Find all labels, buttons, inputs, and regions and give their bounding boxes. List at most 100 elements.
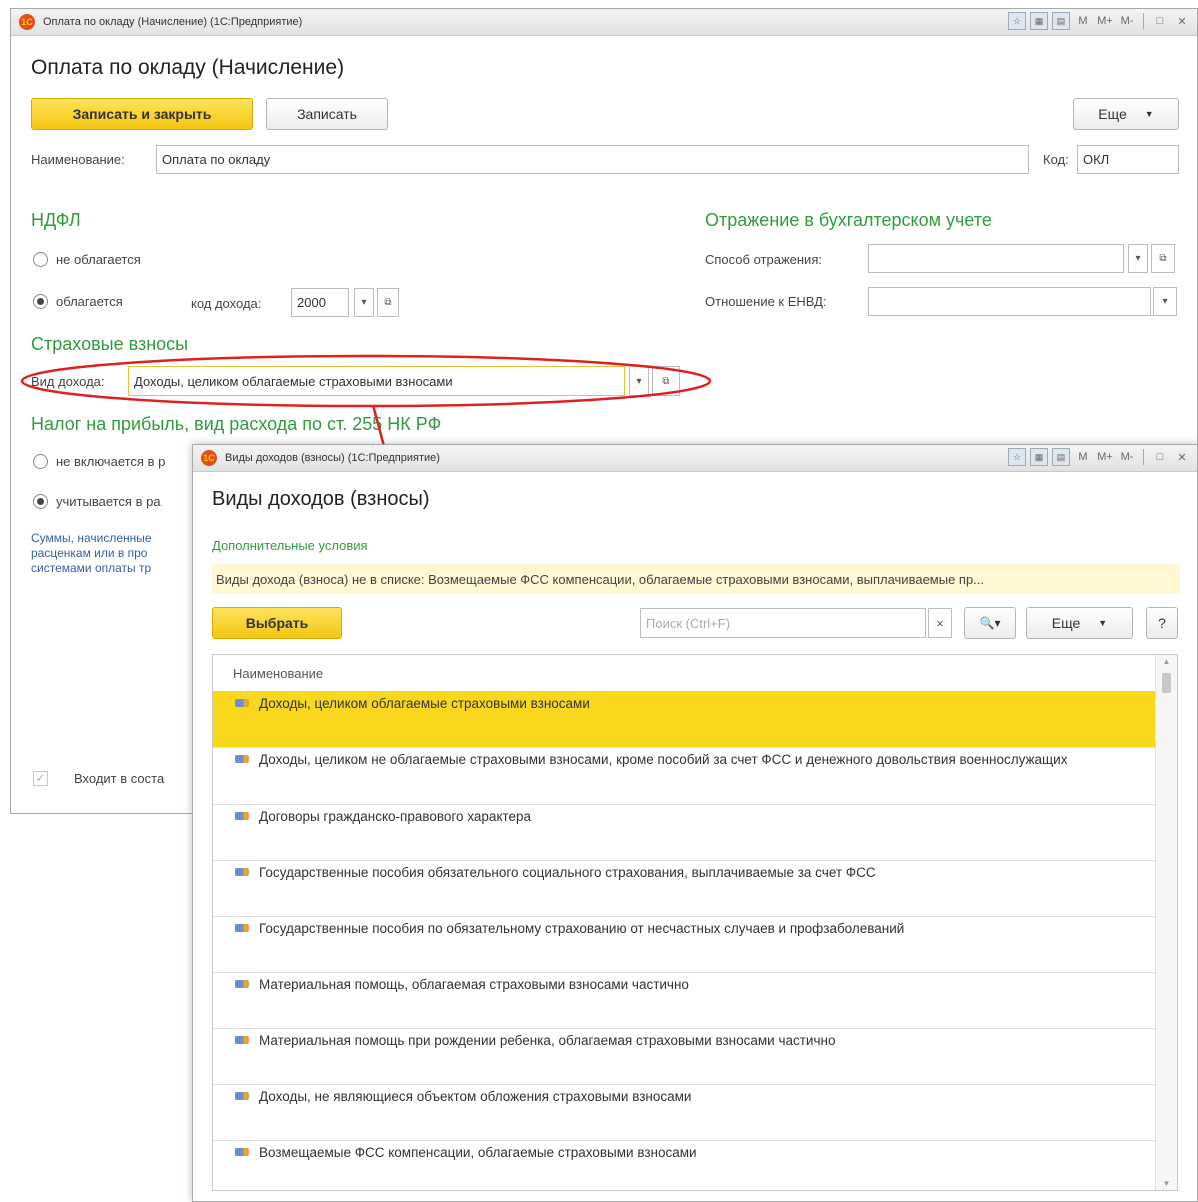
item-label: Государственные пособия по обязательному… [259,921,905,936]
item-icon [235,755,249,763]
included-label: Входит в соста [74,771,165,786]
close-button[interactable]: ✕ [1173,12,1191,30]
table-row[interactable]: Государственные пособия обязательного со… [213,860,1155,917]
info-banner: Виды дохода (взноса) не в списке: Возмещ… [212,564,1180,594]
popup-memory-m-button[interactable]: M [1074,448,1092,466]
envd-dropdown-button[interactable]: ▾ [1153,287,1177,316]
table-row[interactable]: Договоры гражданско-правового характера [213,804,1155,861]
search-options-button[interactable]: 🔍▾ [964,607,1016,639]
scroll-up-arrow-icon[interactable]: ▲ [1156,657,1177,666]
table-row[interactable]: Возмещаемые ФСС компенсации, облагаемые … [213,1140,1155,1190]
ndfl-taxed-label: облагается [56,294,123,309]
profit-included-radio[interactable] [33,494,48,509]
accounting-section-title: Отражение в бухгалтерском учете [705,210,992,230]
table-row[interactable]: Материальная помощь при рождении ребенка… [213,1028,1155,1085]
search-clear-button[interactable]: × [928,608,952,638]
memory-sub-button[interactable]: M- [1118,12,1136,30]
popup-memory-sub-button[interactable]: M- [1118,448,1136,466]
table-row[interactable]: Доходы, целиком облагаемые страховыми вз… [213,691,1155,748]
favorites-icon[interactable]: ☆ [1008,12,1026,30]
profit-tax-section-title: Налог на прибыль, вид расхода по ст. 255… [31,414,442,434]
item-label: Доходы, не являющиеся объектом обложения… [259,1089,692,1104]
popup-titlebar: 1С Виды доходов (взносы) (1С:Предприятие… [193,445,1197,472]
item-icon [235,980,249,988]
name-label: Наименование: [31,152,125,167]
income-code-dropdown-button[interactable]: ▾ [354,288,374,317]
profit-not-included-label: не включается в р [56,454,166,469]
income-type-dropdown-button[interactable]: ▾ [629,366,649,396]
calendar-icon[interactable]: ▤ [1052,12,1070,30]
name-field[interactable]: Оплата по окладу [156,145,1029,174]
note-line-2: расценкам или в про [31,546,148,560]
item-icon [235,1148,249,1156]
included-checkbox[interactable]: ✓ [33,771,48,786]
income-type-field[interactable]: Доходы, целиком облагаемые страховыми вз… [128,366,625,396]
profit-not-included-radio[interactable] [33,454,48,469]
reflection-method-field[interactable] [868,244,1124,273]
item-label: Материальная помощь, облагаемая страховы… [259,977,689,992]
reflection-method-dropdown-button[interactable]: ▾ [1128,244,1148,273]
memory-m-button[interactable]: M [1074,12,1092,30]
table-row[interactable]: Государственные пособия по обязательному… [213,916,1155,973]
ndfl-not-taxed-label: не облагается [56,252,141,267]
memory-add-button[interactable]: M+ [1096,12,1114,30]
calculator-icon[interactable]: ▦ [1030,12,1048,30]
main-window-title: Оплата по окладу (Начисление) (1С:Предпр… [43,16,303,28]
table-row[interactable]: Доходы, целиком не облагаемые страховыми… [213,747,1155,805]
scrollbar-thumb[interactable] [1162,673,1171,693]
note-line-3: системами оплаты тр [31,561,152,575]
reflection-method-open-button[interactable]: ⧉ [1151,244,1175,273]
income-code-field[interactable]: 2000 [291,288,349,317]
income-type-label: Вид дохода: [31,374,105,389]
info-text: Виды дохода (взноса) не в списке: Возмещ… [216,571,985,587]
more-button[interactable]: Еще ▼ [1073,98,1179,130]
popup-close-button[interactable]: ✕ [1173,448,1191,466]
item-icon [235,924,249,932]
popup-memory-add-button[interactable]: M+ [1096,448,1114,466]
envd-label: Отношение к ЕНВД: [705,294,827,309]
popup-window: 1С Виды доходов (взносы) (1С:Предприятие… [192,444,1198,1202]
main-titlebar: 1С Оплата по окладу (Начисление) (1С:Пре… [11,9,1197,36]
income-type-open-button[interactable]: ⧉ [652,366,680,396]
popup-favorites-icon[interactable]: ☆ [1008,448,1026,466]
more-label: Еще [1098,106,1127,122]
item-label: Государственные пособия обязательного со… [259,865,876,880]
income-code-open-button[interactable]: ⧉ [377,288,399,317]
save-button[interactable]: Записать [266,98,388,130]
app-logo-icon: 1С [19,14,35,30]
item-label: Возмещаемые ФСС компенсации, облагаемые … [259,1145,697,1160]
envd-field[interactable] [868,287,1151,316]
help-button[interactable]: ? [1146,607,1178,639]
search-input[interactable]: Поиск (Ctrl+F) [640,608,926,638]
item-label: Материальная помощь при рождении ребенка… [259,1033,836,1048]
popup-calendar-icon[interactable]: ▤ [1052,448,1070,466]
vertical-scrollbar[interactable]: ▲ ▼ [1155,655,1177,1190]
note-text: Суммы, начисленные расценкам или в про с… [31,531,152,576]
maximize-button[interactable]: □ [1151,12,1169,30]
profit-included-label: учитывается в ра [56,494,161,509]
note-line-1: Суммы, начисленные [31,531,152,545]
popup-more-label: Еще [1051,615,1081,631]
ndfl-not-taxed-radio[interactable] [33,252,48,267]
item-icon [235,1036,249,1044]
popup-more-button[interactable]: Еще ▼ [1026,607,1133,639]
select-button[interactable]: Выбрать [212,607,342,639]
item-label: Доходы, целиком не облагаемые страховыми… [259,752,1068,767]
popup-logo-icon: 1С [201,450,217,466]
code-field[interactable]: ОКЛ [1077,145,1179,174]
items-table: Наименование Доходы, целиком облагаемые … [212,654,1178,1191]
extra-conditions-link[interactable]: Дополнительные условия [212,538,368,553]
ndfl-section-title: НДФЛ [31,210,81,230]
scroll-down-arrow-icon[interactable]: ▼ [1156,1179,1177,1188]
item-icon [235,1092,249,1100]
item-icon [235,868,249,876]
ndfl-taxed-radio[interactable] [33,294,48,309]
popup-calculator-icon[interactable]: ▦ [1030,448,1048,466]
table-row[interactable]: Доходы, не являющиеся объектом обложения… [213,1084,1155,1141]
popup-maximize-button[interactable]: □ [1151,448,1169,466]
table-header[interactable]: Наименование [213,655,1155,692]
table-row[interactable]: Материальная помощь, облагаемая страховы… [213,972,1155,1029]
item-label: Договоры гражданско-правового характера [259,809,532,824]
save-and-close-button[interactable]: Записать и закрыть [31,98,253,130]
chevron-down-icon: ▼ [1144,109,1154,119]
